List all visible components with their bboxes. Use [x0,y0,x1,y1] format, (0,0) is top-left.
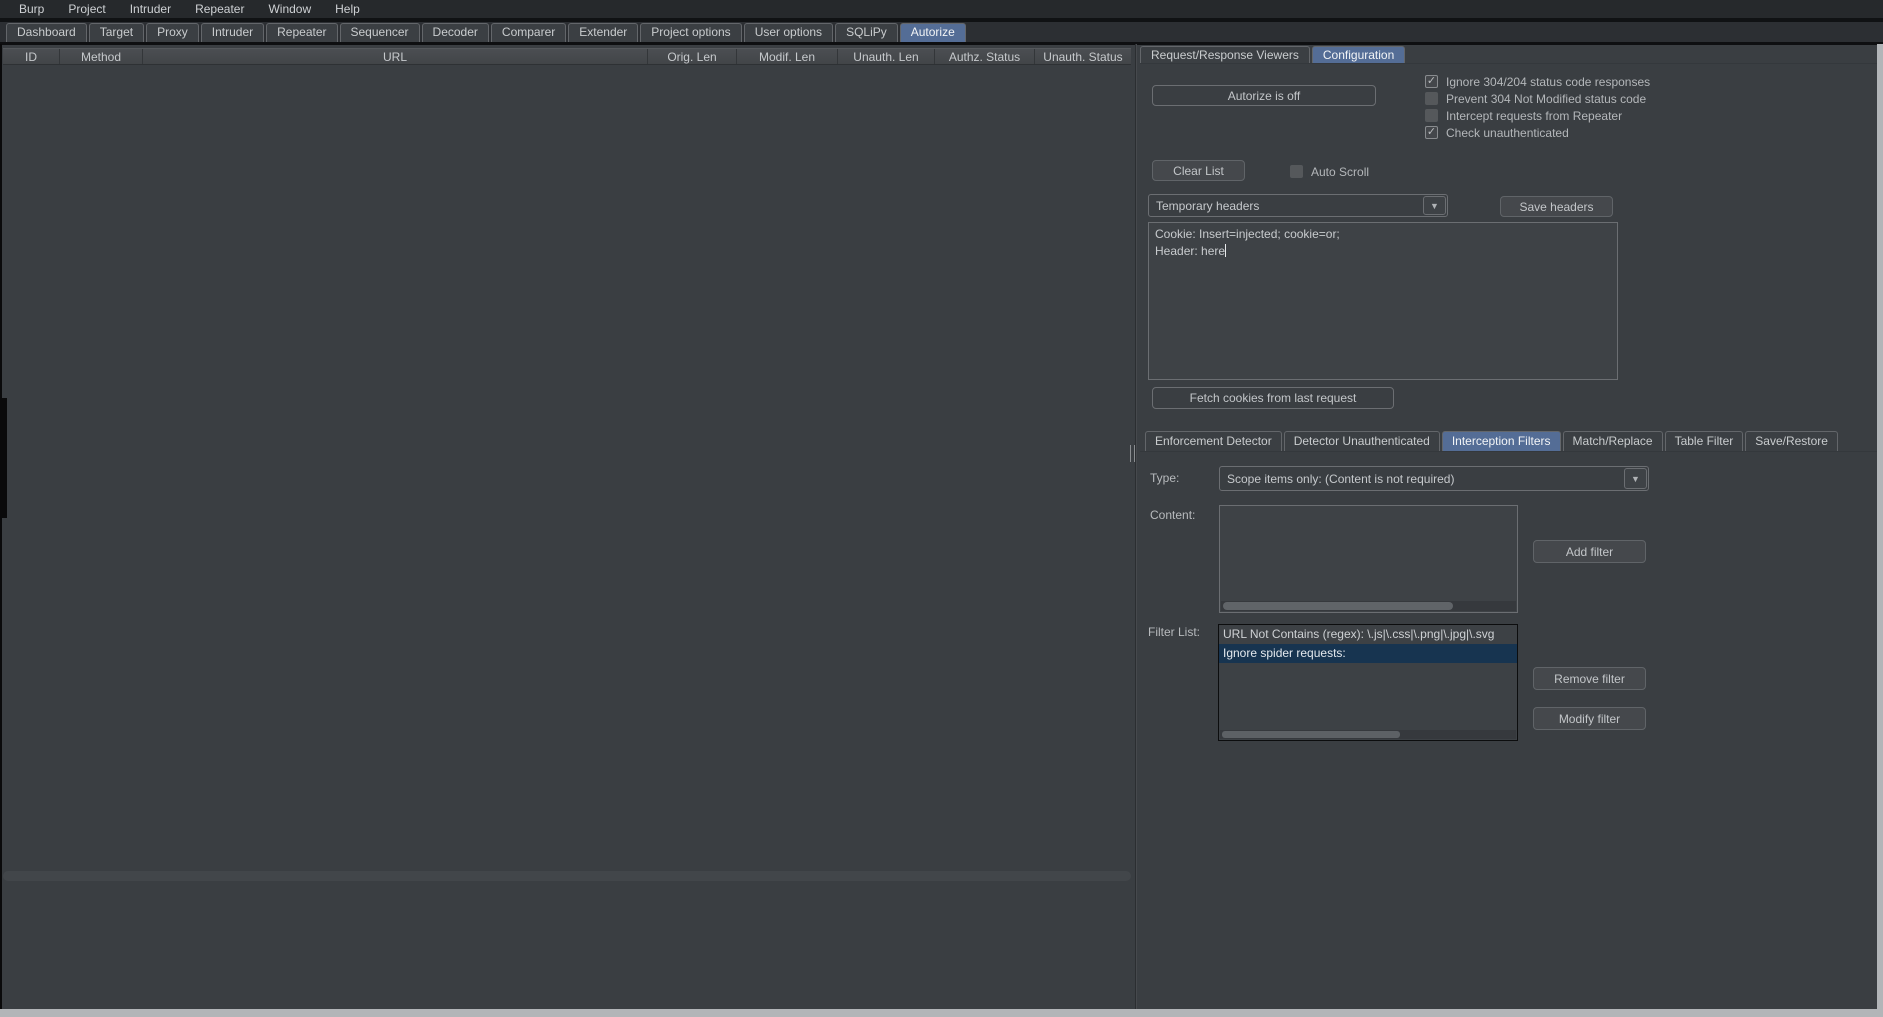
tab-sqlipy[interactable]: SQLiPy [835,23,898,42]
tab-user-options[interactable]: User options [744,23,833,42]
auto-scroll-label: Auto Scroll [1311,165,1369,179]
auto-scroll-row[interactable]: Auto Scroll [1290,164,1369,179]
main-tab-bar: Dashboard Target Proxy Intruder Repeater… [0,22,1883,42]
column-unauth-len[interactable]: Unauth. Len [838,49,935,64]
tab-target[interactable]: Target [89,23,144,42]
column-unauth-status[interactable]: Unauth. Status [1035,49,1131,64]
tabbar-divider [0,42,1883,45]
headers-line-1: Cookie: Insert=injected; cookie=or; [1155,227,1340,241]
tab-sequencer[interactable]: Sequencer [340,23,420,42]
content-label: Content: [1150,508,1195,522]
tab-comparer[interactable]: Comparer [491,23,566,42]
left-panel-notch [0,398,7,518]
results-table-hscrollbar[interactable] [3,871,1131,881]
filter-content-textarea[interactable] [1219,505,1518,613]
checkbox-check-unauthenticated-label: Check unauthenticated [1446,126,1569,140]
fetch-cookies-button[interactable]: Fetch cookies from last request [1152,387,1394,409]
checkbox-intercept-repeater-label: Intercept requests from Repeater [1446,109,1622,123]
checkbox-prevent-304-label: Prevent 304 Not Modified status code [1446,92,1646,106]
modify-filter-button[interactable]: Modify filter [1533,707,1646,730]
chevron-down-icon[interactable]: ▼ [1423,196,1446,215]
content-hscrollbar-thumb[interactable] [1223,602,1453,610]
save-headers-button[interactable]: Save headers [1500,196,1613,217]
menu-intruder[interactable]: Intruder [119,0,182,18]
tab-proxy[interactable]: Proxy [146,23,199,42]
headers-textarea[interactable]: Cookie: Insert=injected; cookie=or; Heade… [1148,222,1618,380]
text-caret [1225,244,1226,257]
menu-bar: Burp Project Intruder Repeater Window He… [0,0,1883,18]
auto-scroll-checkbox-icon[interactable] [1290,165,1303,178]
column-method[interactable]: Method [60,49,143,64]
tab-project-options[interactable]: Project options [640,23,741,42]
menu-burp[interactable]: Burp [8,0,55,18]
filter-list-item[interactable]: URL Not Contains (regex): \.js|\.css|\.p… [1219,625,1517,644]
menu-repeater[interactable]: Repeater [184,0,255,18]
column-orig-len[interactable]: Orig. Len [648,49,737,64]
config-sub-tab-bar: Enforcement Detector Detector Unauthenti… [1145,430,1840,452]
column-modif-len[interactable]: Modif. Len [737,49,838,64]
sub-tabbar-divider [1140,451,1877,452]
checkbox-prevent-304-icon[interactable] [1425,92,1438,105]
type-label: Type: [1150,471,1179,485]
window-hscrollbar[interactable] [0,1009,1883,1017]
splitter-grip-icon[interactable] [1130,445,1135,462]
right-tabbar-divider [1140,63,1877,64]
filter-type-combobox[interactable]: Scope items only: (Content is not requir… [1219,466,1649,491]
content-hscrollbar[interactable] [1221,601,1516,611]
checkbox-intercept-repeater-icon[interactable] [1425,109,1438,122]
tab-configuration[interactable]: Configuration [1312,46,1405,64]
checkbox-row[interactable]: Ignore 304/204 status code responses [1425,74,1650,89]
filter-type-value: Scope items only: (Content is not requir… [1221,472,1624,486]
right-tab-bar: Request/Response Viewers Configuration [1140,45,1407,64]
tab-autorize[interactable]: Autorize [900,23,966,42]
tab-table-filter[interactable]: Table Filter [1665,431,1744,452]
remove-filter-button[interactable]: Remove filter [1533,667,1646,690]
checkbox-row[interactable]: Prevent 304 Not Modified status code [1425,91,1646,106]
filter-list-item-selected[interactable]: Ignore spider requests: [1219,644,1517,663]
filter-list-hscrollbar[interactable] [1220,730,1516,739]
headers-line-2: Header: here [1155,244,1225,258]
add-filter-button[interactable]: Add filter [1533,540,1646,563]
column-url[interactable]: URL [143,49,648,64]
tab-request-response-viewers[interactable]: Request/Response Viewers [1140,46,1310,64]
tab-intruder[interactable]: Intruder [201,23,264,42]
tab-interception-filters[interactable]: Interception Filters [1442,431,1561,452]
checkbox-ignore-304-icon[interactable] [1425,75,1438,88]
tab-repeater[interactable]: Repeater [266,23,337,42]
menu-project[interactable]: Project [57,0,116,18]
tab-match-replace[interactable]: Match/Replace [1563,431,1663,452]
column-id[interactable]: ID [3,49,60,64]
filter-list[interactable]: URL Not Contains (regex): \.js|\.css|\.p… [1218,624,1518,741]
tab-decoder[interactable]: Decoder [422,23,489,42]
headers-preset-combobox[interactable]: Temporary headers ▼ [1148,194,1448,217]
burp-window: Burp Project Intruder Repeater Window He… [0,0,1883,1017]
checkbox-check-unauthenticated-icon[interactable] [1425,126,1438,139]
filter-list-label: Filter List: [1148,625,1200,639]
tab-detector-unauthenticated[interactable]: Detector Unauthenticated [1284,431,1440,452]
checkbox-ignore-304-label: Ignore 304/204 status code responses [1446,75,1650,89]
tab-extender[interactable]: Extender [568,23,638,42]
clear-list-button[interactable]: Clear List [1152,160,1245,181]
chevron-down-icon[interactable]: ▼ [1624,468,1647,489]
menu-window[interactable]: Window [257,0,322,18]
menu-help[interactable]: Help [324,0,371,18]
window-vscrollbar[interactable] [1877,44,1883,1009]
tab-dashboard[interactable]: Dashboard [6,23,87,42]
tab-enforcement-detector[interactable]: Enforcement Detector [1145,431,1282,452]
checkbox-row[interactable]: Check unauthenticated [1425,125,1569,140]
autorize-toggle-button[interactable]: Autorize is off [1152,85,1376,106]
checkbox-row[interactable]: Intercept requests from Repeater [1425,108,1622,123]
column-authz-status[interactable]: Authz. Status [935,49,1035,64]
left-panel-border [0,44,2,1009]
headers-preset-value: Temporary headers [1150,199,1423,213]
panel-splitter-edge [1136,44,1137,1009]
filter-list-hscrollbar-thumb[interactable] [1222,731,1400,738]
results-table-header: ID Method URL Orig. Len Modif. Len Unaut… [3,48,1131,65]
tab-save-restore[interactable]: Save/Restore [1745,431,1838,452]
